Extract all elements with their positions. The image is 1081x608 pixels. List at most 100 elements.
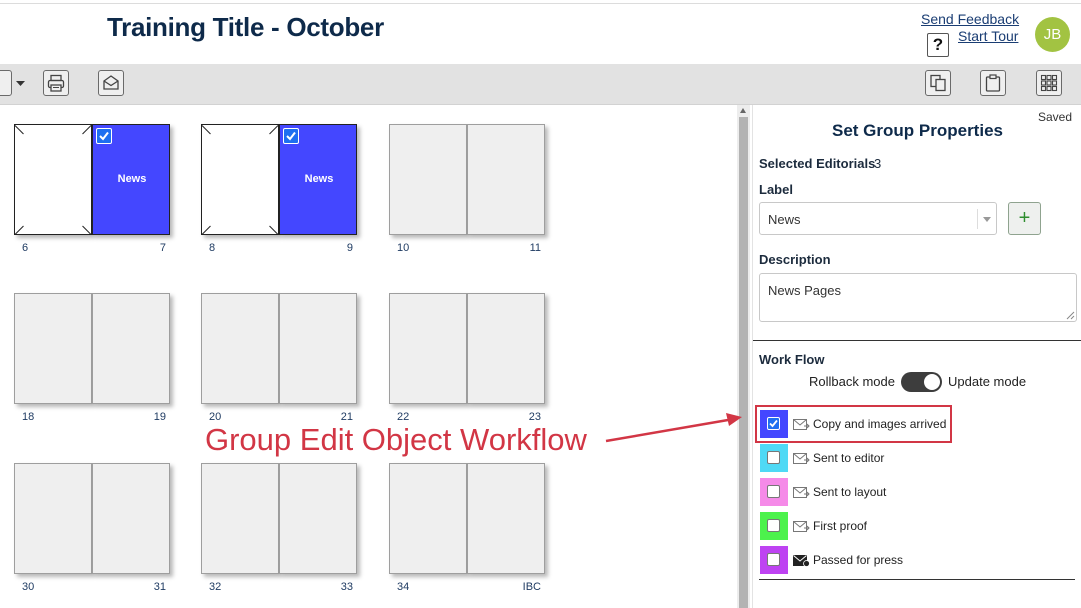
page-spread[interactable] — [201, 463, 358, 574]
rollback-mode-label: Rollback mode — [809, 374, 895, 389]
select-separator — [977, 209, 978, 229]
resize-grip-icon[interactable] — [1066, 311, 1075, 320]
view-dropdown-button[interactable] — [0, 70, 12, 96]
envelope-outline-icon — [793, 486, 810, 504]
page-number: 11 — [529, 242, 541, 254]
annotation-text: Group Edit Object Workflow — [205, 422, 587, 457]
workflow-heading: Work Flow — [759, 352, 825, 367]
envelope-outline-icon — [793, 520, 810, 538]
toggle-knob — [924, 374, 940, 390]
page-thumbnail[interactable] — [92, 463, 170, 574]
page-thumbnail[interactable] — [279, 293, 357, 404]
workflow-color-swatch — [760, 478, 788, 506]
copy-pages-icon — [930, 74, 946, 92]
envelope-outline-icon — [793, 452, 810, 470]
page-label: News — [117, 173, 147, 185]
page-thumbnail[interactable] — [14, 463, 92, 574]
page-thumbnail[interactable] — [467, 124, 545, 235]
page-spread[interactable] — [201, 293, 358, 404]
page-thumbnail[interactable] — [201, 463, 279, 574]
mail-button[interactable] — [98, 70, 124, 96]
page-thumbnail[interactable] — [467, 293, 545, 404]
top-divider — [0, 3, 1081, 4]
workflow-label: First proof — [813, 519, 868, 533]
page-number: 9 — [346, 242, 353, 254]
print-button[interactable] — [43, 70, 69, 96]
page-thumbnail[interactable] — [14, 124, 92, 235]
blank-page-mark — [269, 125, 279, 135]
page-thumbnail[interactable] — [389, 124, 467, 235]
blank-page-mark — [14, 225, 24, 235]
chevron-down-icon[interactable] — [983, 217, 991, 222]
page-number: 34 — [397, 581, 410, 593]
scrollbar[interactable] — [737, 105, 750, 608]
page-thumbnail[interactable] — [389, 293, 467, 404]
blank-page-mark — [269, 225, 279, 235]
blank-page-mark — [201, 125, 211, 135]
page-thumbnail[interactable] — [201, 293, 279, 404]
workflow-checkbox[interactable] — [767, 553, 780, 566]
avatar[interactable]: JB — [1035, 17, 1070, 52]
page-number: IBC — [522, 581, 541, 593]
page-thumbnail[interactable] — [389, 463, 467, 574]
page-number: 32 — [209, 581, 222, 593]
workflow-label: Passed for press — [813, 553, 904, 567]
page-title: Training Title - October — [107, 12, 384, 42]
description-field[interactable]: News Pages — [759, 273, 1077, 322]
page-selected-checkbox[interactable] — [96, 128, 112, 144]
page-spread[interactable] — [389, 124, 546, 235]
page-number: 7 — [159, 242, 166, 254]
workflow-checkbox[interactable] — [767, 451, 780, 464]
checkmark-icon — [286, 131, 296, 141]
checkmark-icon — [99, 131, 109, 141]
mode-toggle[interactable] — [901, 372, 942, 392]
page-spread[interactable] — [389, 293, 546, 404]
start-tour-link[interactable]: Start Tour — [958, 28, 1018, 44]
page-thumbnail[interactable] — [14, 293, 92, 404]
page-thumbnail[interactable]: News — [92, 124, 170, 235]
workflow-color-swatch — [760, 546, 788, 574]
scroll-up-arrow[interactable] — [740, 108, 746, 113]
selected-editorials-count: 3 — [874, 156, 882, 171]
grid-view-button[interactable] — [1036, 70, 1062, 96]
group-properties-panel: Saved Set Group Properties Selected Edit… — [752, 105, 1081, 608]
page-label: News — [304, 173, 334, 185]
blank-page-mark — [82, 125, 92, 135]
label-select[interactable]: News — [759, 202, 997, 235]
page-spread[interactable] — [389, 463, 546, 574]
page-number: 30 — [22, 581, 35, 593]
page-thumbnail[interactable] — [279, 463, 357, 574]
clipboard-icon — [985, 74, 1001, 92]
update-mode-label: Update mode — [948, 374, 1027, 389]
page-spread[interactable]: News — [14, 124, 171, 235]
page-spread[interactable]: News — [201, 124, 358, 235]
clipboard-button[interactable] — [980, 70, 1006, 96]
help-button[interactable]: ? — [927, 33, 949, 57]
page-thumbnail[interactable] — [201, 124, 279, 235]
workflow-label: Sent to editor — [813, 451, 885, 465]
panel-title: Set Group Properties — [832, 121, 1003, 140]
panel-divider — [753, 340, 1081, 341]
page-spread[interactable] — [14, 463, 171, 574]
toolbar — [0, 64, 1081, 105]
page-number: 6 — [22, 242, 29, 254]
label-heading: Label — [759, 182, 793, 197]
page-number: 8 — [209, 242, 216, 254]
workflow-checkbox[interactable] — [767, 519, 780, 532]
description-value: News Pages — [768, 283, 841, 298]
add-label-button[interactable]: + — [1008, 202, 1041, 235]
copy-pages-button[interactable] — [925, 70, 951, 96]
page-thumbnail[interactable] — [467, 463, 545, 574]
mail-icon — [103, 75, 119, 90]
page-spread[interactable] — [14, 293, 171, 404]
page-thumbnail[interactable] — [92, 293, 170, 404]
send-feedback-link[interactable]: Send Feedback — [921, 11, 1019, 27]
page-selected-checkbox[interactable] — [283, 128, 299, 144]
page-number: 18 — [22, 411, 35, 423]
workflow-checkbox[interactable] — [767, 485, 780, 498]
chevron-down-icon[interactable] — [16, 81, 25, 87]
page-thumbnail[interactable]: News — [279, 124, 357, 235]
workflow-bottom-divider — [759, 579, 1075, 580]
blank-page-mark — [14, 125, 24, 135]
scroll-thumb[interactable] — [739, 117, 748, 608]
